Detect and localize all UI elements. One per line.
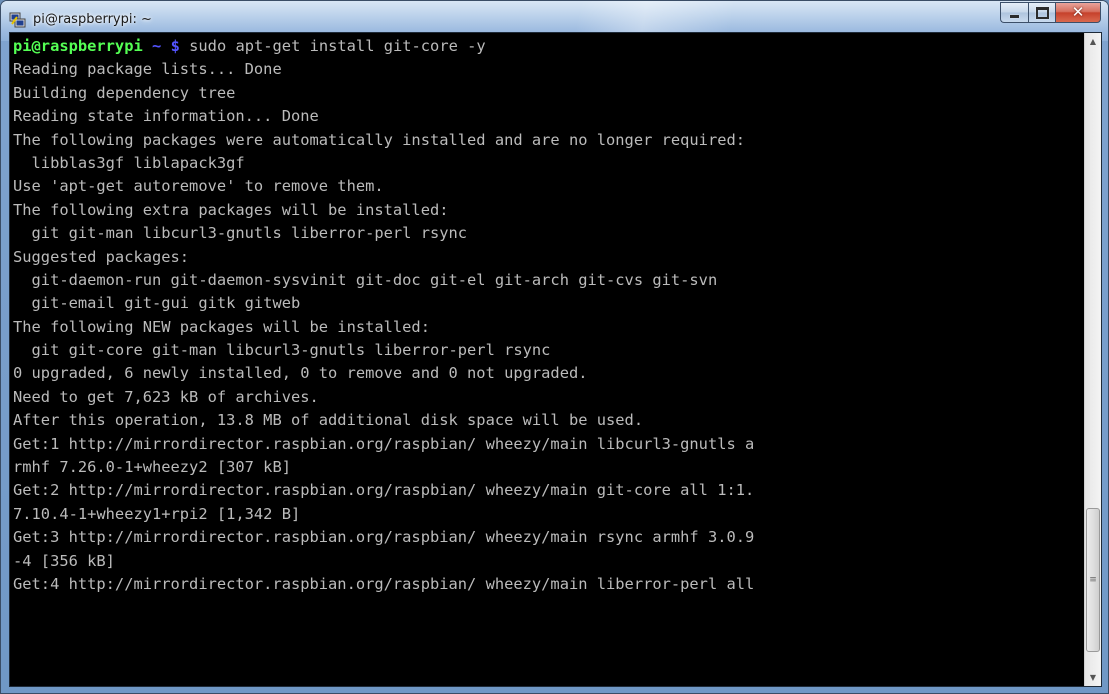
terminal-area[interactable]: pi@raspberrypi ~ $ sudo apt-get install … (9, 32, 1102, 687)
terminal-line: Get:2 http://mirrordirector.raspbian.org… (13, 481, 755, 500)
scroll-up-arrow-icon[interactable]: ▲ (1085, 33, 1101, 50)
terminal-line: The following extra packages will be ins… (13, 200, 449, 219)
terminal-line: libblas3gf liblapack3gf (13, 153, 245, 172)
scroll-down-arrow-icon[interactable]: ▼ (1085, 669, 1101, 686)
terminal-line: 0 upgraded, 6 newly installed, 0 to remo… (13, 364, 588, 383)
terminal-line: After this operation, 13.8 MB of additio… (13, 411, 644, 430)
vertical-scrollbar[interactable]: ▲ ≡ ▼ (1084, 33, 1101, 686)
minimize-button[interactable] (1000, 2, 1028, 23)
terminal-line: git git-core git-man libcurl3-gnutls lib… (13, 341, 551, 360)
terminal-output[interactable]: pi@raspberrypi ~ $ sudo apt-get install … (10, 33, 1084, 686)
terminal-line: The following NEW packages will be insta… (13, 317, 430, 336)
terminal-line: Reading package lists... Done (13, 60, 282, 79)
terminal-line: git-daemon-run git-daemon-sysvinit git-d… (13, 270, 718, 289)
terminal-line: Need to get 7,623 kB of archives. (13, 387, 319, 406)
terminal-line: Get:3 http://mirrordirector.raspbian.org… (13, 528, 755, 547)
maximize-button[interactable] (1028, 2, 1055, 23)
scrollbar-thumb[interactable]: ≡ (1086, 508, 1100, 652)
putty-window: pi@raspberrypi: ~ ✕ pi@raspberrypi ~ $ s… (0, 0, 1109, 694)
terminal-line: Get:1 http://mirrordirector.raspbian.org… (13, 434, 755, 453)
scrollbar-grip-icon: ≡ (1089, 574, 1097, 585)
prompt-user-host: pi@raspberrypi (13, 37, 143, 55)
terminal-line: Building dependency tree (13, 83, 236, 102)
window-title: pi@raspberrypi: ~ (33, 12, 152, 27)
terminal-line: git-email git-gui gitk gitweb (13, 294, 301, 313)
caption-buttons: ✕ (1000, 2, 1101, 24)
terminal-line: Reading state information... Done (13, 107, 319, 126)
terminal-line: 7.10.4-1+wheezy1+rpi2 [1,342 B] (13, 504, 301, 523)
terminal-line: rmhf 7.26.0-1+wheezy2 [307 kB] (13, 458, 291, 477)
close-icon: ✕ (1071, 3, 1085, 21)
terminal-line: Suggested packages: (13, 247, 190, 266)
prompt-line: pi@raspberrypi ~ $ sudo apt-get install … (13, 35, 1084, 58)
minimize-icon (1010, 14, 1019, 18)
terminal-line: Get:4 http://mirrordirector.raspbian.org… (13, 574, 755, 593)
putty-icon[interactable] (9, 11, 27, 29)
close-button[interactable]: ✕ (1055, 2, 1101, 23)
maximize-icon (1035, 6, 1049, 19)
terminal-line: -4 [356 kB] (13, 551, 115, 570)
prompt-path: ~ (152, 37, 162, 55)
terminal-line: The following packages were automaticall… (13, 130, 746, 149)
terminal-line: git git-man libcurl3-gnutls liberror-per… (13, 224, 468, 243)
terminal-line: Use 'apt-get autoremove' to remove them. (13, 177, 384, 196)
prompt-command: sudo apt-get install git-core -y (189, 37, 486, 55)
prompt-symbol: $ (170, 37, 180, 55)
